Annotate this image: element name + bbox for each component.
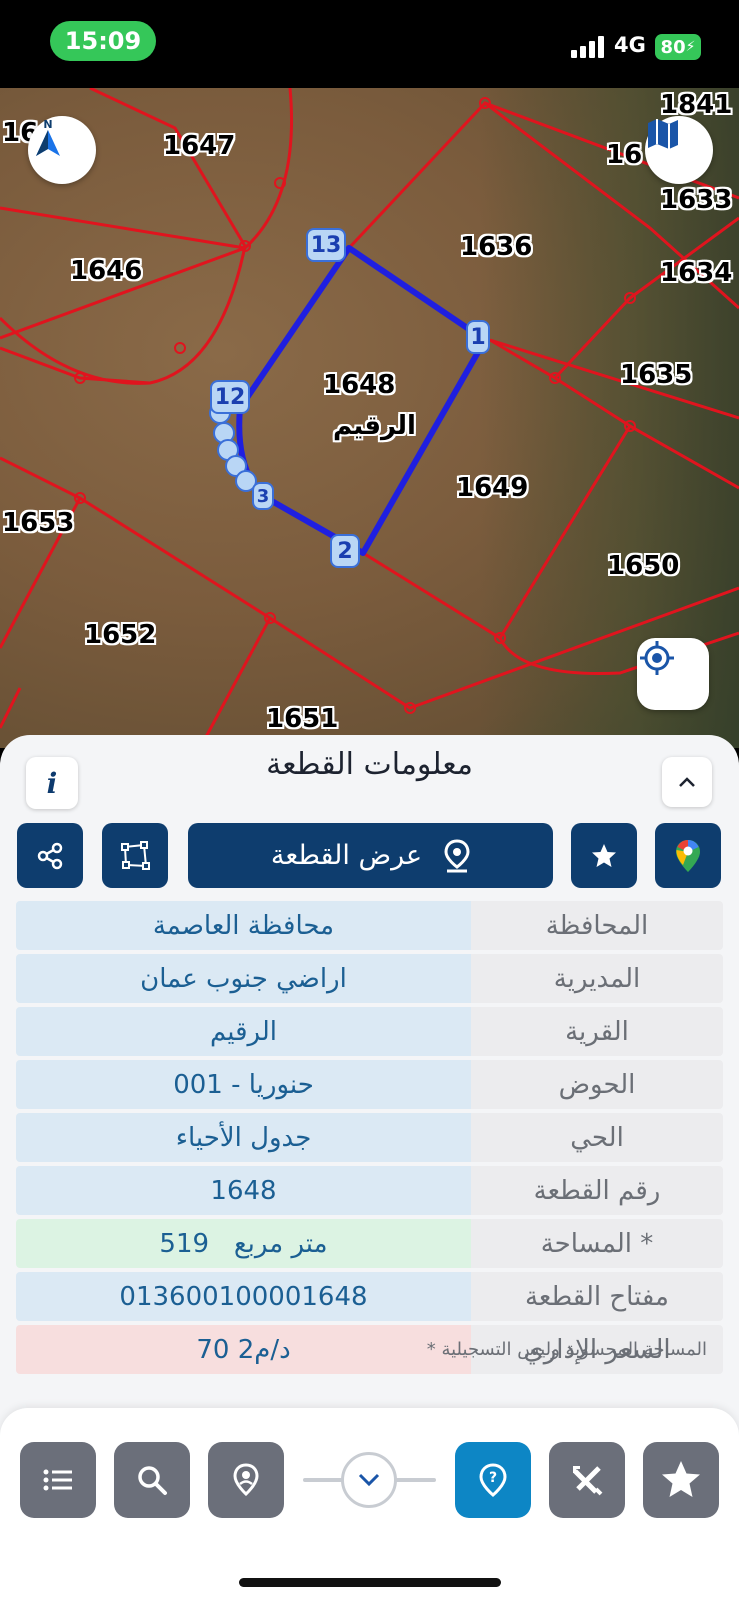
signal-icon	[571, 36, 605, 58]
table-row: جدول الأحياء الحي	[16, 1113, 723, 1162]
plot-label: 1650	[607, 551, 680, 581]
table-row: 519 متر مربع المساحة *	[16, 1219, 723, 1268]
collapse-button[interactable]	[662, 757, 712, 807]
directorate-label: المديرية	[471, 954, 723, 1003]
help-button[interactable]: ?	[455, 1442, 531, 1518]
plot-number-label: رقم القطعة	[471, 1166, 723, 1215]
show-plot-button[interactable]: عرض القطعة	[188, 823, 553, 888]
plot-number-value: 1648	[16, 1166, 471, 1215]
network-type: 4G	[614, 33, 646, 57]
plot-label: 1651	[266, 704, 339, 734]
list-icon	[43, 1469, 72, 1491]
chevron-down-icon	[358, 1473, 380, 1487]
list-button[interactable]	[20, 1442, 96, 1518]
home-indicator[interactable]	[239, 1578, 501, 1587]
help-icon: ?	[479, 1463, 507, 1497]
tools-button[interactable]	[549, 1442, 625, 1518]
search-icon	[138, 1466, 167, 1495]
star-button[interactable]	[643, 1442, 719, 1518]
google-maps-button[interactable]	[655, 823, 721, 888]
selected-plot-outline	[236, 245, 488, 556]
status-bar: 15:09 4G 80 ⚡	[0, 0, 739, 88]
plot-label: 16	[606, 140, 643, 170]
show-plot-label: عرض القطعة	[270, 840, 423, 871]
map-layers-icon[interactable]	[645, 116, 713, 184]
my-location-icon[interactable]	[637, 638, 709, 710]
admin-price-value: 70 د/م2	[16, 1325, 471, 1374]
favorite-button[interactable]	[571, 823, 637, 888]
plot-label: 1647	[163, 131, 236, 161]
polygon-button[interactable]	[102, 823, 168, 888]
basin-label: الحوض	[471, 1060, 723, 1109]
plot-label: 1652	[84, 620, 157, 650]
plot-label: 1635	[620, 360, 693, 390]
star-icon	[592, 843, 616, 867]
plot-label: 1636	[460, 232, 533, 262]
table-row: حنوريا - 001 الحوض	[16, 1060, 723, 1109]
table-row: 1648 رقم القطعة	[16, 1166, 723, 1215]
share-icon	[37, 842, 63, 869]
vertex-marker[interactable]: 3	[252, 482, 274, 510]
google-maps-icon	[676, 839, 700, 872]
svg-text:?: ?	[489, 1470, 497, 1486]
home-bar	[0, 1536, 739, 1600]
charging-icon: ⚡	[685, 39, 696, 55]
tools-icon	[573, 1466, 603, 1496]
area-value: 519 متر مربع	[16, 1219, 471, 1268]
info-button[interactable]: i	[26, 757, 78, 809]
svg-text:N: N	[43, 118, 52, 131]
plot-key-value: 013600100001648	[16, 1272, 471, 1321]
governorate-label: المحافظة	[471, 901, 723, 950]
village-label: القرية	[471, 1007, 723, 1056]
battery-indicator: 80 ⚡	[655, 34, 701, 60]
area-label: المساحة *	[471, 1219, 723, 1268]
search-button[interactable]	[114, 1442, 190, 1518]
vertex-marker[interactable]: 2	[330, 534, 360, 568]
compass-north-icon[interactable]: N	[28, 116, 96, 184]
plot-label: 1653	[2, 508, 75, 538]
area-footnote: * المساحة المحسوبة وليس التسجيلية	[426, 1339, 707, 1360]
selected-plot-village: الرقيم	[333, 411, 416, 441]
vertex-marker[interactable]: 13	[306, 228, 346, 262]
neighborhood-label: الحي	[471, 1113, 723, 1162]
map-view[interactable]: 16 1647 1841 16 1633 1636 1646 1634 1648…	[0, 88, 739, 748]
location-pin-icon	[444, 838, 470, 872]
expand-handle[interactable]	[341, 1452, 397, 1508]
status-time: 15:09	[50, 21, 156, 61]
panel-title: معلومات القطعة	[266, 747, 473, 782]
chevron-up-icon	[679, 777, 695, 787]
location-button[interactable]	[208, 1442, 284, 1518]
share-button[interactable]	[17, 823, 83, 888]
table-row: 013600100001648 مفتاح القطعة	[16, 1272, 723, 1321]
plot-label: 1646	[70, 256, 143, 286]
table-row: اراضي جنوب عمان المديرية	[16, 954, 723, 1003]
basin-value: حنوريا - 001	[16, 1060, 471, 1109]
village-value: الرقيم	[16, 1007, 471, 1056]
governorate-value: محافظة العاصمة	[16, 901, 471, 950]
star-icon	[662, 1461, 700, 1497]
plot-label: 1649	[456, 473, 529, 503]
plot-label: 1633	[660, 185, 733, 215]
selected-plot-number: 1648	[323, 370, 396, 400]
neighborhood-value: جدول الأحياء	[16, 1113, 471, 1162]
plot-label: 1634	[660, 258, 733, 288]
table-row: الرقيم القرية	[16, 1007, 723, 1056]
vertex-marker[interactable]: 12	[210, 380, 250, 414]
polygon-icon	[121, 840, 150, 870]
plot-info-table: محافظة العاصمة المحافظة اراضي جنوب عمان …	[16, 897, 723, 1378]
table-row: محافظة العاصمة المحافظة	[16, 901, 723, 950]
vertex-marker[interactable]: 1	[466, 320, 490, 354]
battery-level: 80	[660, 36, 686, 58]
plot-key-label: مفتاح القطعة	[471, 1272, 723, 1321]
directorate-value: اراضي جنوب عمان	[16, 954, 471, 1003]
bottom-toolbar: ?	[0, 1408, 739, 1536]
location-pin-icon	[233, 1463, 259, 1497]
